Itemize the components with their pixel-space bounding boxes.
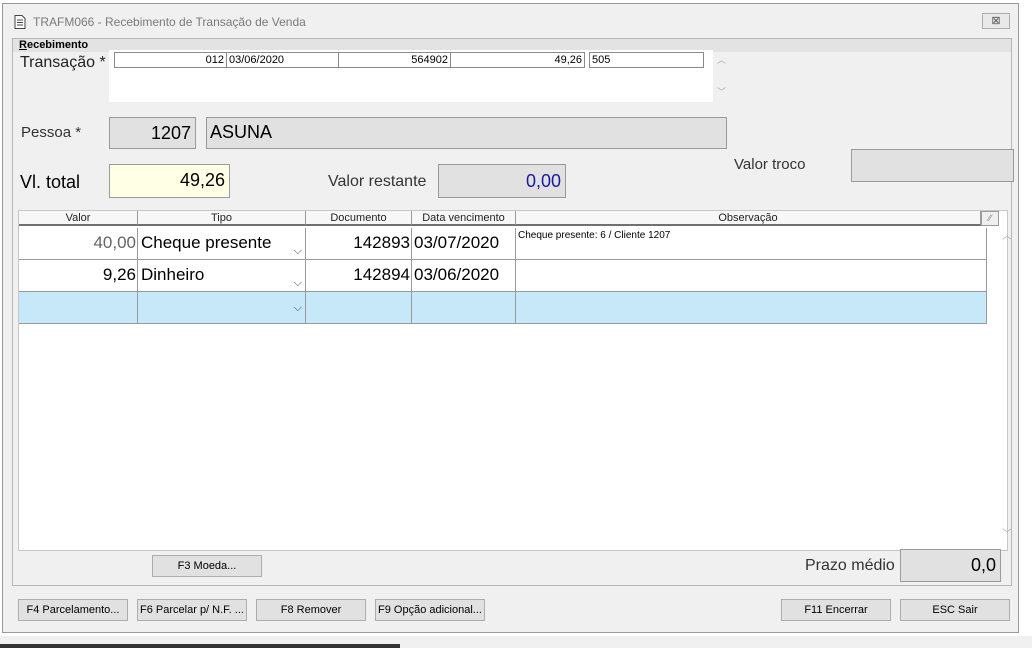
f8-remover-button[interactable]: F8 Remover bbox=[256, 599, 366, 621]
new-row[interactable]: ⌵ bbox=[19, 292, 987, 324]
pessoa-code-field[interactable]: 1207 bbox=[109, 117, 196, 149]
valor-restante-field[interactable]: 0,00 bbox=[438, 164, 566, 198]
cell-data[interactable]: 03/07/2020 bbox=[412, 228, 516, 260]
cell-valor[interactable]: 9,26 bbox=[19, 260, 138, 292]
vl-total-field[interactable]: 49,26 bbox=[109, 164, 230, 198]
table-row[interactable]: 9,26 Dinheiro ⌵ 142894 03/06/2020 bbox=[19, 260, 987, 292]
new-cell-data[interactable] bbox=[412, 292, 516, 324]
f11-encerrar-button[interactable]: F11 Encerrar bbox=[781, 599, 891, 621]
f3-moeda-button[interactable]: F3 Moeda... bbox=[152, 555, 262, 577]
new-cell-tipo[interactable]: ⌵ bbox=[138, 292, 306, 324]
cell-observacao[interactable]: Cheque presente: 6 / Cliente 1207 bbox=[516, 228, 987, 260]
scroll-down-icon[interactable]: ﹀ bbox=[717, 85, 726, 98]
transacao-box: 012 03/06/2020 564902 49,26 505 bbox=[109, 50, 713, 102]
chevron-down-icon[interactable]: ⌵ bbox=[294, 302, 302, 315]
new-cell-observacao[interactable] bbox=[516, 292, 987, 324]
scroll-up-icon[interactable]: ︿ bbox=[1002, 227, 1012, 242]
cell-tipo[interactable]: Dinheiro ⌵ bbox=[138, 260, 306, 292]
header-observacao[interactable]: Observação bbox=[516, 211, 981, 226]
recebimento-group: Recebimento Transação * 012 03/06/2020 5… bbox=[12, 38, 1014, 586]
prazo-medio-field[interactable]: 0,0 bbox=[900, 549, 1001, 582]
cell-documento[interactable]: 142893 bbox=[306, 228, 412, 260]
new-cell-valor[interactable] bbox=[19, 292, 138, 324]
column-options-icon[interactable]: ⁄⁄ bbox=[981, 211, 999, 226]
transacao-label: Transação * bbox=[20, 54, 106, 71]
transacao-number-field[interactable]: 564902 bbox=[338, 52, 451, 68]
chevron-down-icon[interactable]: ⌵ bbox=[294, 236, 302, 259]
valor-troco-field[interactable] bbox=[851, 149, 1014, 182]
cell-tipo-text: Dinheiro bbox=[141, 265, 205, 284]
header-valor[interactable]: Valor bbox=[19, 211, 138, 226]
title-bar[interactable]: TRAFM066 - Recebimento de Transação de V… bbox=[3, 4, 1018, 38]
cell-tipo[interactable]: Cheque presente ⌵ bbox=[138, 228, 306, 260]
transacao-scrollbar[interactable]: ︿ ﹀ bbox=[716, 53, 728, 99]
header-documento[interactable]: Documento bbox=[306, 211, 412, 226]
dialog-window: TRAFM066 - Recebimento de Transação de V… bbox=[2, 3, 1019, 633]
document-icon bbox=[14, 15, 26, 29]
scroll-up-icon[interactable]: ︿ bbox=[717, 53, 726, 66]
header-tipo[interactable]: Tipo bbox=[138, 211, 306, 226]
grid-scrollbar[interactable]: ︿ ﹀ bbox=[1001, 227, 1013, 549]
transacao-date-field[interactable]: 03/06/2020 bbox=[226, 52, 339, 68]
cell-valor[interactable]: 40,00 bbox=[19, 228, 138, 260]
table-row[interactable]: 40,00 Cheque presente ⌵ 142893 03/07/202… bbox=[19, 228, 987, 260]
scroll-down-icon[interactable]: ﹀ bbox=[1002, 525, 1012, 540]
vl-total-label: Vl. total bbox=[20, 172, 81, 192]
cell-data[interactable]: 03/06/2020 bbox=[412, 260, 516, 292]
header-data-vencimento[interactable]: Data vencimento bbox=[412, 211, 516, 226]
cell-documento[interactable]: 142894 bbox=[306, 260, 412, 292]
window-title: TRAFM066 - Recebimento de Transação de V… bbox=[33, 15, 306, 29]
prazo-medio-label: Prazo médio bbox=[805, 557, 895, 574]
transacao-code-field[interactable]: 012 bbox=[114, 52, 227, 68]
new-cell-documento[interactable] bbox=[306, 292, 412, 324]
background-strip bbox=[0, 644, 400, 648]
pessoa-name-field[interactable]: ASUNA bbox=[206, 117, 727, 149]
valor-restante-label: Valor restante bbox=[328, 173, 427, 190]
pessoa-label: Pessoa * bbox=[21, 124, 82, 141]
chevron-down-icon[interactable]: ⌵ bbox=[294, 268, 302, 291]
esc-sair-button[interactable]: ESC Sair bbox=[900, 599, 1010, 621]
payments-grid: Valor Tipo Documento Data vencimento Obs… bbox=[18, 210, 1012, 551]
transacao-value-field[interactable]: 49,26 bbox=[450, 52, 585, 68]
f4-parcelamento-button[interactable]: F4 Parcelamento... bbox=[18, 599, 128, 621]
group-title: Recebimento bbox=[19, 39, 89, 51]
cell-tipo-text: Cheque presente bbox=[141, 233, 272, 252]
transacao-extra-field[interactable]: 505 bbox=[589, 52, 704, 68]
f6-parcelar-button[interactable]: F6 Parcelar p/ N.F. ... bbox=[137, 599, 247, 621]
cell-observacao[interactable] bbox=[516, 260, 987, 292]
valor-troco-label: Valor troco bbox=[734, 156, 806, 173]
background-right bbox=[1020, 0, 1032, 636]
f9-opcao-adicional-button[interactable]: F9 Opção adicional... bbox=[375, 599, 485, 621]
close-button[interactable]: ⊠ bbox=[982, 13, 1010, 29]
